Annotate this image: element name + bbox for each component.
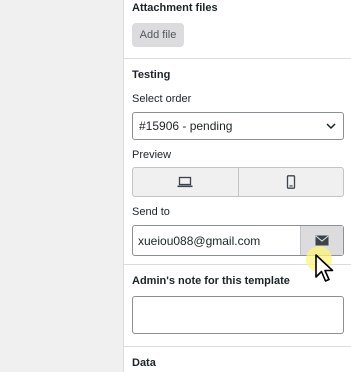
add-file-button[interactable]: Add file: [132, 23, 184, 47]
chevron-down-icon: [326, 123, 336, 130]
send-to-email-input[interactable]: [133, 226, 300, 255]
divider: [124, 58, 351, 59]
testing-title: Testing: [132, 69, 171, 81]
select-order-value: #15906 - pending: [139, 119, 233, 133]
preview-desktop-button[interactable]: [133, 168, 238, 196]
divider: [124, 346, 351, 347]
select-order-dropdown[interactable]: #15906 - pending: [132, 112, 344, 140]
preview-mobile-button[interactable]: [237, 168, 344, 196]
envelope-icon: [315, 235, 329, 246]
attachment-files-title: Attachment files: [132, 2, 218, 14]
send-to-label: Send to: [132, 206, 170, 218]
preview-label: Preview: [132, 149, 172, 161]
mouse-pointer-icon: [315, 254, 334, 282]
select-order-label: Select order: [132, 93, 192, 105]
template-settings-panel: Attachment files Add file Testing Select…: [123, 0, 351, 372]
admin-note-textarea[interactable]: [132, 296, 344, 334]
data-section-title: Data: [132, 357, 156, 369]
admin-note-title: Admin's note for this template: [132, 275, 290, 287]
mobile-icon: [286, 175, 295, 189]
desktop-icon: [177, 176, 193, 188]
preview-device-toggle: [132, 167, 344, 197]
